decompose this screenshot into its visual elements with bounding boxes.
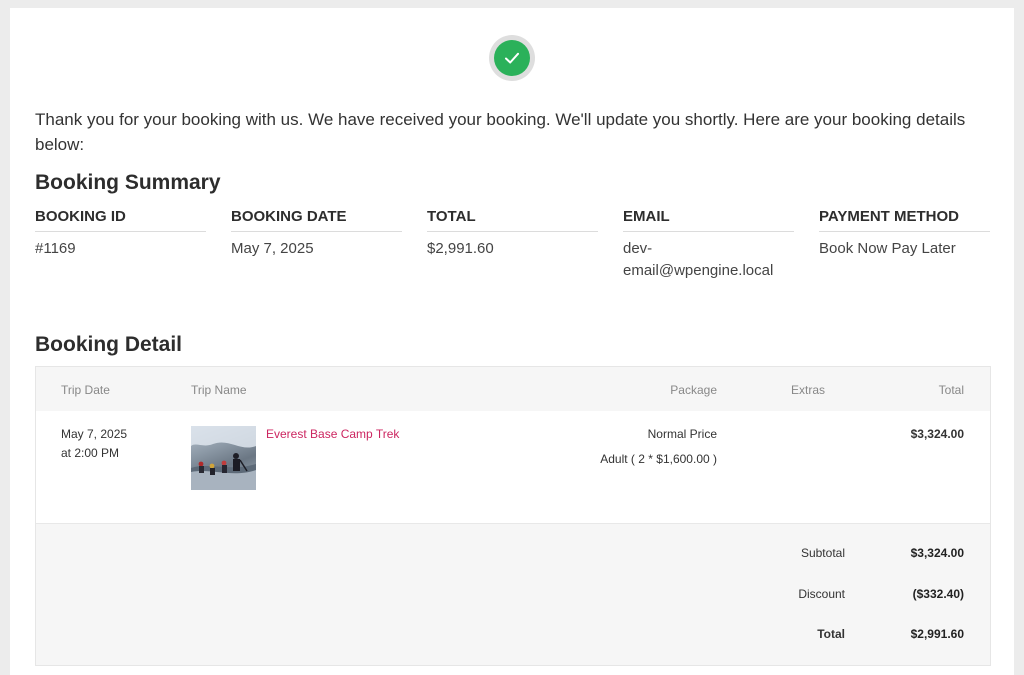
trip-name-cell: Everest Base Camp Trek (266, 425, 399, 444)
email-label: EMAIL (623, 208, 794, 232)
trip-time: at 2:00 PM (61, 446, 120, 460)
booking-id-value: #1169 (35, 240, 76, 257)
booking-date-label: BOOKING DATE (231, 208, 402, 232)
package-name: Normal Price (647, 427, 717, 441)
trip-date-cell: May 7, 2025 at 2:00 PM (61, 425, 127, 463)
payment-method-value: Book Now Pay Later (819, 240, 956, 257)
booking-detail-heading: Booking Detail (35, 333, 183, 356)
subtotal-label: Subtotal (800, 546, 845, 560)
table-row: May 7, 2025 at 2:00 PM Everest Base Camp… (36, 411, 990, 524)
trip-name-link[interactable]: Everest Base Camp Trek (266, 427, 399, 441)
confirmation-message: Thank you for your booking with us. We h… (35, 110, 966, 154)
column-package: Package (670, 383, 717, 397)
subtotal-value: $3,324.00 (910, 546, 964, 560)
summary-payment-method: PAYMENT METHOD Book Now Pay Later (819, 208, 990, 260)
summary-email: EMAIL dev- email@wpengine.local (623, 208, 794, 282)
email-value: dev- email@wpengine.local (623, 240, 774, 279)
package-detail: Adult ( 2 * $1,600.00 ) (600, 452, 717, 466)
payment-method-label: PAYMENT METHOD (819, 208, 990, 232)
trip-date: May 7, 2025 (61, 427, 128, 441)
column-trip-name: Trip Name (191, 383, 247, 397)
summary-booking-date: BOOKING DATE May 7, 2025 (231, 208, 402, 260)
table-header: Trip Date Trip Name Package Extras Total (36, 367, 990, 411)
trip-thumbnail[interactable] (191, 426, 256, 490)
booking-date-value: May 7, 2025 (231, 240, 314, 257)
row-total: $3,324.00 (910, 427, 964, 441)
package-cell: Normal Price Adult ( 2 * $1,600.00 ) (600, 425, 717, 469)
column-trip-date: Trip Date (61, 383, 110, 397)
column-total: Total (938, 383, 964, 397)
success-badge (489, 35, 535, 81)
discount-value: ($332.40) (912, 587, 964, 601)
booking-id-label: BOOKING ID (35, 208, 206, 232)
grand-total-value: $2,991.60 (910, 627, 964, 641)
booking-summary-heading: Booking Summary (35, 171, 221, 194)
summary-booking-id: BOOKING ID #1169 (35, 208, 206, 260)
discount-label: Discount (798, 587, 845, 601)
total-value: $2,991.60 (427, 240, 494, 257)
summary-total: TOTAL $2,991.60 (427, 208, 598, 260)
check-icon (494, 40, 530, 76)
column-extras: Extras (790, 383, 825, 397)
grand-total-label: Total (817, 627, 845, 641)
total-label: TOTAL (427, 208, 598, 232)
booking-detail-table: Trip Date Trip Name Package Extras Total… (35, 366, 991, 666)
